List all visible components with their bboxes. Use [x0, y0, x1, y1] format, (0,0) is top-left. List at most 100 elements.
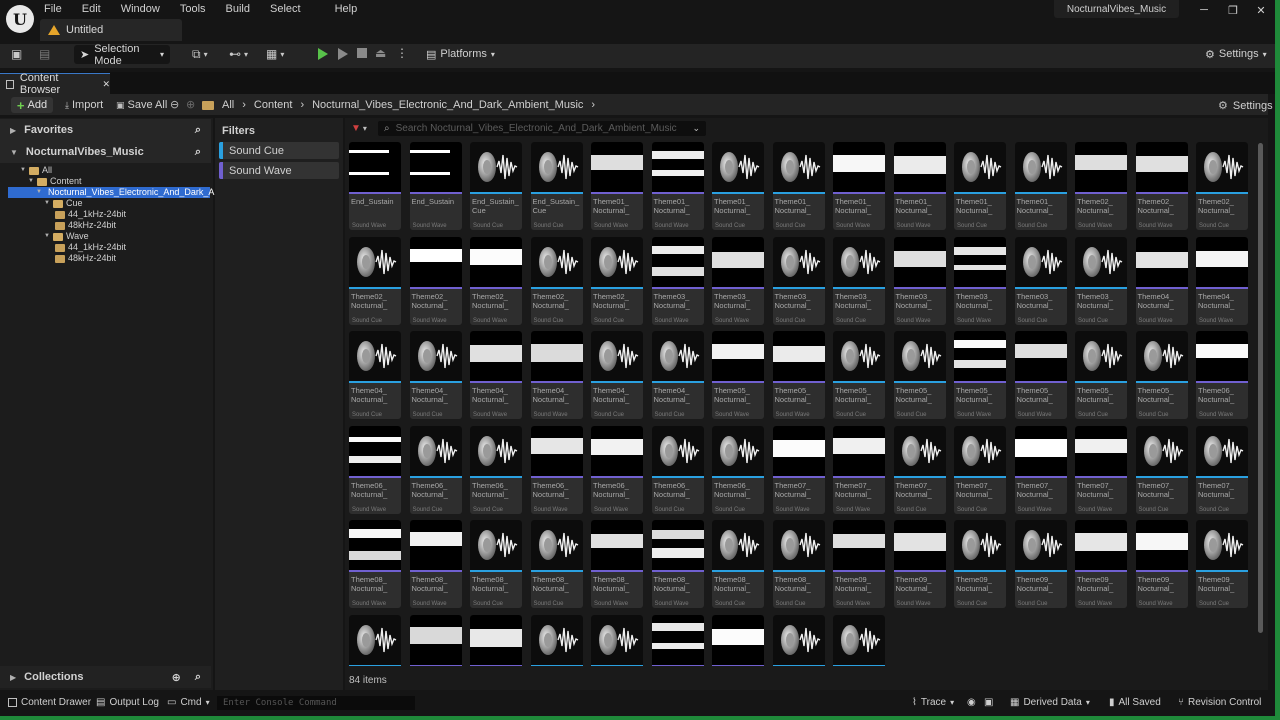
asset-tile[interactable]: Theme09_ Nocturnal_ Sound Wave — [893, 520, 946, 608]
filter-sound-wave[interactable]: Sound Wave — [219, 162, 339, 179]
asset-tile[interactable]: Theme08_ Nocturnal_ Sound Wave — [409, 520, 462, 608]
asset-tile[interactable]: Theme04_ Nocturnal_ Sound Wave — [1196, 236, 1248, 325]
cinematics-button[interactable]: ▦ ▾ — [266, 47, 284, 61]
asset-tile[interactable]: Theme08_ Nocturnal_ Sound Cue — [712, 520, 764, 608]
asset-tile[interactable]: End_Sustain_ Cue Sound Cue — [470, 142, 522, 230]
add-actor-button[interactable]: ⧉ ▾ — [192, 47, 208, 62]
asset-tile[interactable]: Theme05_ Nocturnal_ Sound Cue — [893, 331, 946, 419]
asset-tile[interactable]: Sound Wave — [409, 614, 462, 666]
collections-header[interactable]: ▶ Collections ⊕ ⌕ — [0, 666, 211, 688]
asset-tile[interactable]: Theme07_ Nocturnal_ Sound Cue — [1196, 425, 1248, 514]
advance-frame-icon[interactable] — [338, 48, 348, 60]
asset-tile[interactable]: Sound Wave — [651, 614, 704, 666]
filter-sound-cue[interactable]: Sound Cue — [219, 142, 339, 159]
asset-tile[interactable]: Theme09_ Nocturnal_ Sound Cue — [1014, 520, 1067, 608]
asset-tile[interactable]: Theme04_ Nocturnal_ Sound Cue — [591, 331, 643, 419]
tree-item[interactable]: ▼ Wave — [0, 231, 213, 242]
asset-tile[interactable]: Theme05_ Nocturnal_ Sound Wave — [772, 331, 825, 419]
close-icon[interactable]: ✕ — [1253, 4, 1269, 18]
content-settings-button[interactable]: ⚙ Settings — [1218, 99, 1273, 113]
menu-window[interactable]: Window — [121, 3, 160, 15]
asset-tile[interactable]: Theme01_ Nocturnal_ Sound Wave — [833, 142, 885, 230]
asset-tile[interactable]: Theme01_ Nocturnal_ Sound Cue — [1014, 142, 1067, 230]
asset-tile[interactable]: Theme03_ Nocturnal_ Sound Wave — [954, 236, 1006, 325]
expanded-arrow-icon[interactable]: ▼ — [44, 231, 50, 242]
asset-tile[interactable]: Theme09_ Nocturnal_ Sound Wave — [1075, 520, 1127, 608]
asset-tile[interactable]: Theme02_ Nocturnal_ Sound Wave — [409, 236, 462, 325]
asset-tile[interactable]: Theme05_ Nocturnal_ Sound Wave — [954, 331, 1006, 419]
asset-tile[interactable]: Theme04_ Nocturnal_ Sound Wave — [1135, 236, 1188, 325]
asset-tile[interactable]: Theme02_ Nocturnal_ Sound Cue — [349, 236, 401, 325]
tree-item[interactable]: ▼ Cue — [0, 198, 213, 209]
asset-tile[interactable]: Sound Cue — [530, 614, 583, 666]
tree-item[interactable]: 44_1kHz-24bit — [0, 242, 213, 253]
all-saved-button[interactable]: ▮ All Saved — [1109, 697, 1161, 708]
asset-tile[interactable]: Theme08_ Nocturnal_ Sound Wave — [651, 520, 704, 608]
add-button[interactable]: + Add — [11, 97, 53, 113]
asset-tile[interactable]: Theme03_ Nocturnal_ Sound Cue — [772, 236, 825, 325]
asset-tile[interactable]: Theme01_ Nocturnal_ Sound Cue — [954, 142, 1006, 230]
asset-tile[interactable]: Theme07_ Nocturnal_ Sound Wave — [1014, 425, 1067, 514]
platforms-dropdown[interactable]: ▤ Platforms ▾ — [426, 46, 495, 62]
breadcrumb-all[interactable]: All — [222, 99, 234, 111]
asset-tile[interactable]: Theme06_ Nocturnal_ Sound Cue — [470, 425, 522, 514]
menu-edit[interactable]: Edit — [82, 3, 101, 15]
favorites-header[interactable]: ▶ Favorites ⌕ — [0, 119, 211, 141]
asset-tile[interactable]: Theme06_ Nocturnal_ Sound Cue — [712, 425, 764, 514]
asset-tile[interactable]: Theme06_ Nocturnal_ Sound Wave — [591, 425, 643, 514]
asset-tile[interactable]: Theme07_ Nocturnal_ Sound Wave — [833, 425, 885, 514]
breadcrumb-current[interactable]: Nocturnal_Vibes_Electronic_And_Dark_Ambi… — [312, 99, 583, 111]
asset-tile[interactable]: Theme02_ Nocturnal_ Sound Cue — [530, 236, 583, 325]
asset-tile[interactable]: Theme07_ Nocturnal_ Sound Wave — [1075, 425, 1127, 514]
asset-tile[interactable]: Theme07_ Nocturnal_ Sound Wave — [772, 425, 825, 514]
menu-select[interactable]: Select — [270, 3, 301, 15]
asset-tile[interactable]: Theme01_ Nocturnal_ Sound Cue — [712, 142, 764, 230]
expanded-arrow-icon[interactable]: ▼ — [44, 198, 50, 209]
browse-icon[interactable]: ▤ — [39, 47, 50, 61]
asset-tile[interactable]: Theme06_ Nocturnal_ Sound Wave — [530, 425, 583, 514]
asset-tile[interactable]: Theme09_ Nocturnal_ Sound Cue — [1196, 520, 1248, 608]
stop-icon[interactable] — [357, 48, 367, 58]
menu-build[interactable]: Build — [226, 3, 250, 15]
asset-tile[interactable]: Theme05_ Nocturnal_ Sound Cue — [1075, 331, 1127, 419]
trace-dropdown[interactable]: ⌇ Trace ▾ — [912, 697, 954, 708]
filter-dropdown[interactable]: ▼ ▾ — [351, 123, 367, 134]
asset-scrollbar[interactable] — [1258, 143, 1263, 633]
search-icon[interactable]: ⌕ — [195, 146, 201, 159]
content-drawer-button[interactable]: Content Drawer — [8, 697, 91, 708]
asset-tile[interactable]: Sound Wave — [470, 614, 522, 666]
asset-tile[interactable]: Theme09_ Nocturnal_ Sound Wave — [833, 520, 885, 608]
menu-tools[interactable]: Tools — [180, 3, 206, 15]
document-tab[interactable]: Untitled — [40, 19, 182, 41]
asset-tile[interactable]: Theme08_ Nocturnal_ Sound Wave — [349, 520, 401, 608]
asset-tile[interactable]: Theme04_ Nocturnal_ Sound Wave — [530, 331, 583, 419]
expanded-arrow-icon[interactable]: ▼ — [20, 165, 26, 176]
asset-tile[interactable]: Theme09_ Nocturnal_ Sound Cue — [954, 520, 1006, 608]
asset-tile[interactable]: Theme02_ Nocturnal_ Sound Wave — [1075, 142, 1127, 230]
save-all-button[interactable]: ▣ Save All — [116, 99, 167, 111]
asset-tile[interactable]: Theme04_ Nocturnal_ Sound Cue — [409, 331, 462, 419]
asset-tile[interactable]: Theme02_ Nocturnal_ Sound Wave — [470, 236, 522, 325]
asset-tile[interactable]: Sound Wave — [712, 614, 764, 666]
search-input[interactable]: ⌕ Search Nocturnal_Vibes_Electronic_And_… — [378, 121, 706, 136]
restore-icon[interactable]: ❐ — [1225, 4, 1241, 18]
revision-control-button[interactable]: ⑂ Revision Control — [1178, 697, 1261, 708]
asset-tile[interactable]: End_Sustain_ Cue Sound Cue — [530, 142, 583, 230]
blueprint-button[interactable]: ⊷ ▾ — [229, 47, 248, 61]
asset-tile[interactable]: Theme03_ Nocturnal_ Sound Cue — [833, 236, 885, 325]
asset-tile[interactable]: Theme08_ Nocturnal_ Sound Cue — [530, 520, 583, 608]
asset-tile[interactable]: Theme01_ Nocturnal_ Sound Wave — [591, 142, 643, 230]
asset-tile[interactable]: Theme03_ Nocturnal_ Sound Wave — [893, 236, 946, 325]
screenshot-icon[interactable]: ▣ — [984, 697, 993, 708]
breadcrumb-content[interactable]: Content — [254, 99, 293, 111]
asset-tile[interactable]: Theme06_ Nocturnal_ Sound Cue — [651, 425, 704, 514]
search-icon[interactable]: ⌕ — [195, 671, 201, 684]
settings-dropdown[interactable]: ⚙ Settings ▾ — [1205, 46, 1267, 62]
menu-file[interactable]: File — [44, 3, 62, 15]
asset-tile[interactable]: Theme08_ Nocturnal_ Sound Cue — [470, 520, 522, 608]
asset-tile[interactable]: Theme03_ Nocturnal_ Sound Wave — [651, 236, 704, 325]
asset-tile[interactable]: Theme02_ Nocturnal_ Sound Cue — [1196, 142, 1248, 230]
asset-tile[interactable]: Theme08_ Nocturnal_ Sound Wave — [591, 520, 643, 608]
console-input[interactable]: Enter Console Command — [217, 696, 415, 710]
output-log-button[interactable]: ▤ Output Log — [96, 697, 159, 708]
